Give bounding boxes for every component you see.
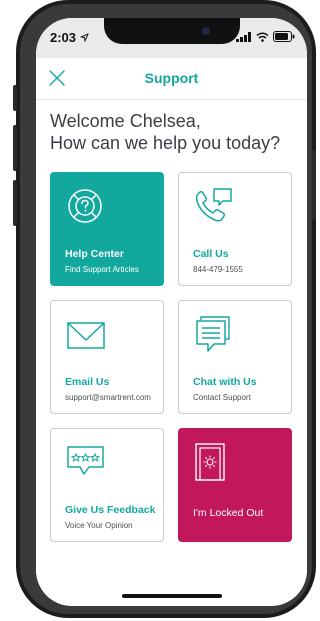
card-subtitle: Find Support Articles	[65, 265, 139, 274]
volume-down-button	[13, 180, 17, 226]
power-button	[312, 150, 316, 220]
help-center-card[interactable]: Help Center Find Support Articles	[50, 172, 164, 286]
mute-switch	[13, 85, 17, 111]
status-icons	[236, 31, 295, 42]
signal-icon	[236, 31, 251, 42]
time-text: 2:03	[50, 30, 77, 45]
status-bar: 2:03	[36, 18, 307, 58]
main-content: Welcome Chelsea, How can we help you tod…	[36, 100, 307, 606]
card-title: Chat with Us	[193, 376, 257, 388]
welcome-line-2: How can we help you today?	[50, 133, 281, 153]
wifi-icon	[256, 32, 269, 42]
help-icon	[68, 189, 102, 223]
locked-out-card[interactable]: I'm Locked Out	[178, 428, 292, 542]
notch	[104, 18, 240, 44]
email-us-card[interactable]: Email Us support@smartrent.com	[50, 300, 164, 414]
phone-chat-icon	[195, 188, 232, 222]
volume-up-button	[13, 125, 17, 171]
status-time: 2:03	[50, 30, 89, 45]
feedback-icon	[67, 446, 104, 475]
call-us-card[interactable]: Call Us 844-479-1555	[178, 172, 292, 286]
locked-door-icon	[195, 443, 225, 481]
card-title: Email Us	[65, 376, 110, 388]
chat-icon	[196, 316, 230, 352]
card-title: Help Center	[65, 248, 124, 260]
front-camera	[202, 27, 210, 35]
page-title: Support	[144, 70, 199, 86]
give-feedback-card[interactable]: Give Us Feedback Voice Your Opinion	[50, 428, 164, 542]
screen: 2:03 Support Welcome Chelsea, How can we…	[36, 18, 307, 606]
card-subtitle: Contact Support	[193, 393, 251, 402]
welcome-line-1: Welcome Chelsea,	[50, 111, 201, 131]
location-arrow-icon	[80, 33, 89, 42]
card-title: Call Us	[193, 248, 229, 260]
envelope-icon	[67, 322, 105, 349]
card-title: I'm Locked Out	[193, 507, 264, 519]
chat-with-us-card[interactable]: Chat with Us Contact Support	[178, 300, 292, 414]
card-title: Give Us Feedback	[65, 504, 156, 516]
header: Support	[36, 58, 307, 100]
battery-icon	[273, 31, 295, 42]
card-subtitle: support@smartrent.com	[65, 393, 151, 402]
welcome-heading: Welcome Chelsea, How can we help you tod…	[50, 110, 300, 154]
card-subtitle: 844-479-1555	[193, 265, 243, 274]
card-subtitle: Voice Your Opinion	[65, 521, 133, 530]
home-indicator[interactable]	[122, 594, 222, 598]
